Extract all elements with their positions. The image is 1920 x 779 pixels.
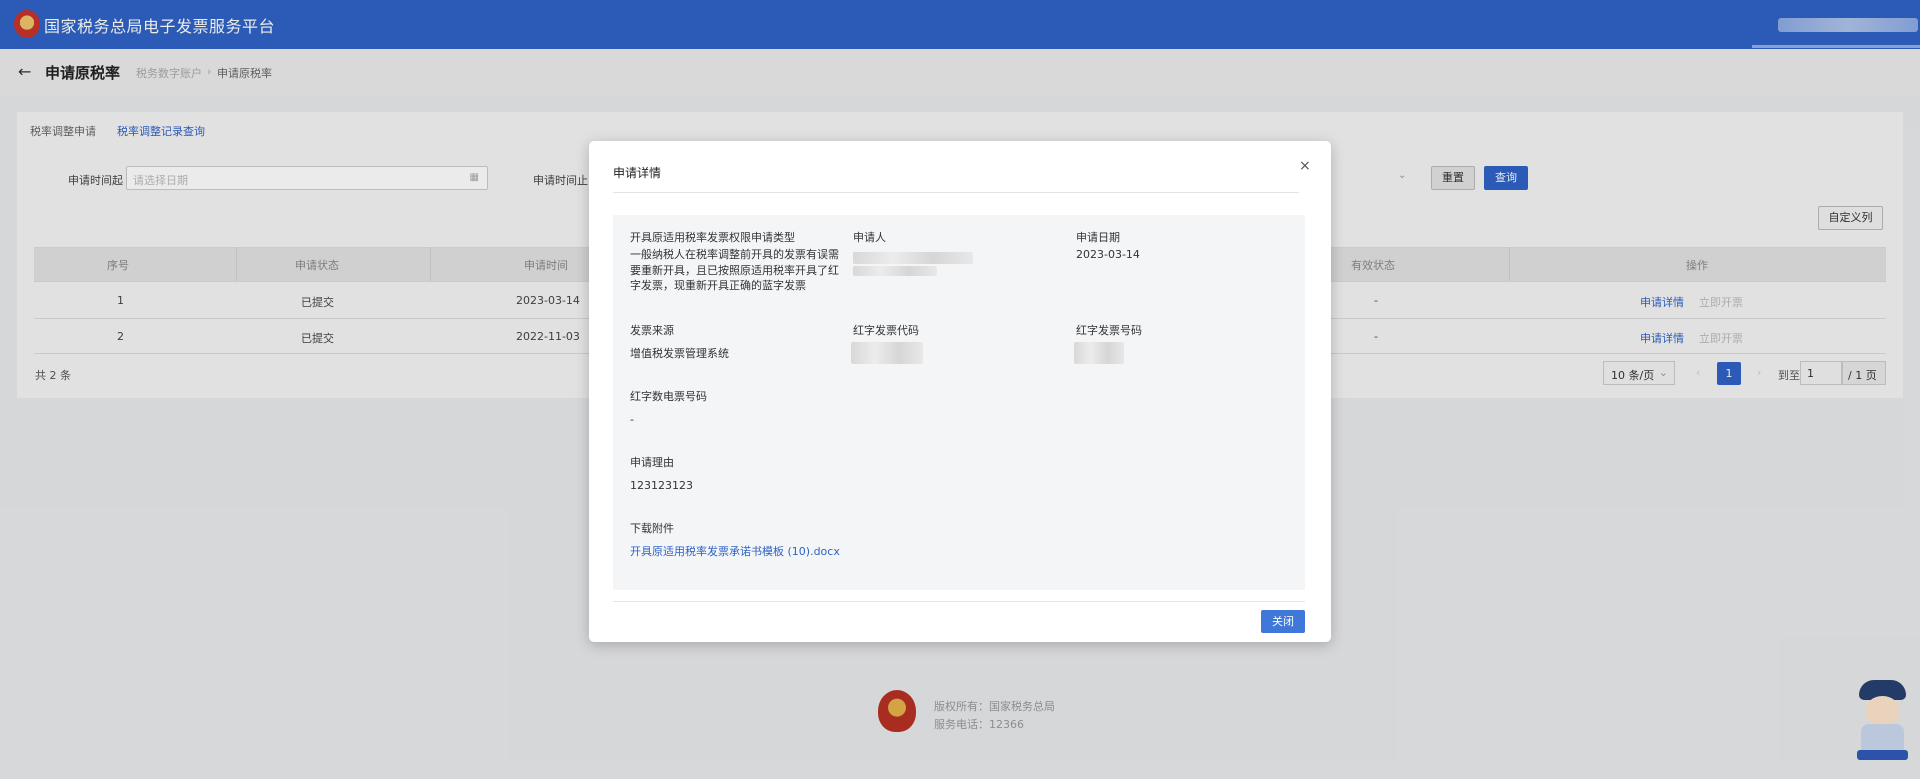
- field-label-applicant: 申请人: [853, 231, 886, 244]
- field-label-red-invoice-number: 红字发票号码: [1076, 324, 1142, 337]
- applicant-value-blurred: [853, 252, 973, 264]
- field-value-red-einvoice-number: -: [630, 413, 634, 426]
- field-label-apply-date: 申请日期: [1076, 231, 1120, 244]
- close-icon[interactable]: ×: [1299, 158, 1311, 174]
- modal-footer-divider: [613, 601, 1305, 602]
- field-value-invoice-source: 增值税发票管理系统: [630, 347, 729, 360]
- attachment-download-link[interactable]: 开具原适用税率发票承诺书模板 (10).docx: [630, 544, 840, 560]
- field-label-attachment: 下载附件: [630, 522, 674, 535]
- field-value-apply-type: 一般纳税人在税率调整前开具的发票有误需要重新开具，且已按照原适用税率开具了红字发…: [630, 248, 839, 292]
- field-label-apply-type: 开具原适用税率发票权限申请类型: [630, 231, 795, 244]
- field-value-reason: 123123123: [630, 479, 693, 492]
- modal-divider: [613, 192, 1299, 193]
- modal-title: 申请详情: [613, 166, 662, 180]
- red-invoice-code-blurred: [851, 342, 923, 364]
- field-label-reason: 申请理由: [630, 456, 674, 469]
- detail-panel: 开具原适用税率发票权限申请类型 一般纳税人在税率调整前开具的发票有误需要重新开具…: [613, 215, 1305, 590]
- field-label-red-einvoice-number: 红字数电票号码: [630, 390, 707, 403]
- application-detail-modal: 申请详情 × 开具原适用税率发票权限申请类型 一般纳税人在税率调整前开具的发票有…: [589, 141, 1331, 642]
- applicant-value-blurred: [853, 266, 937, 276]
- field-value-apply-date: 2023-03-14: [1076, 248, 1140, 261]
- field-label-red-invoice-code: 红字发票代码: [853, 324, 919, 337]
- red-invoice-number-blurred: [1074, 342, 1124, 364]
- close-button[interactable]: 关闭: [1261, 610, 1305, 633]
- field-label-invoice-source: 发票来源: [630, 324, 674, 337]
